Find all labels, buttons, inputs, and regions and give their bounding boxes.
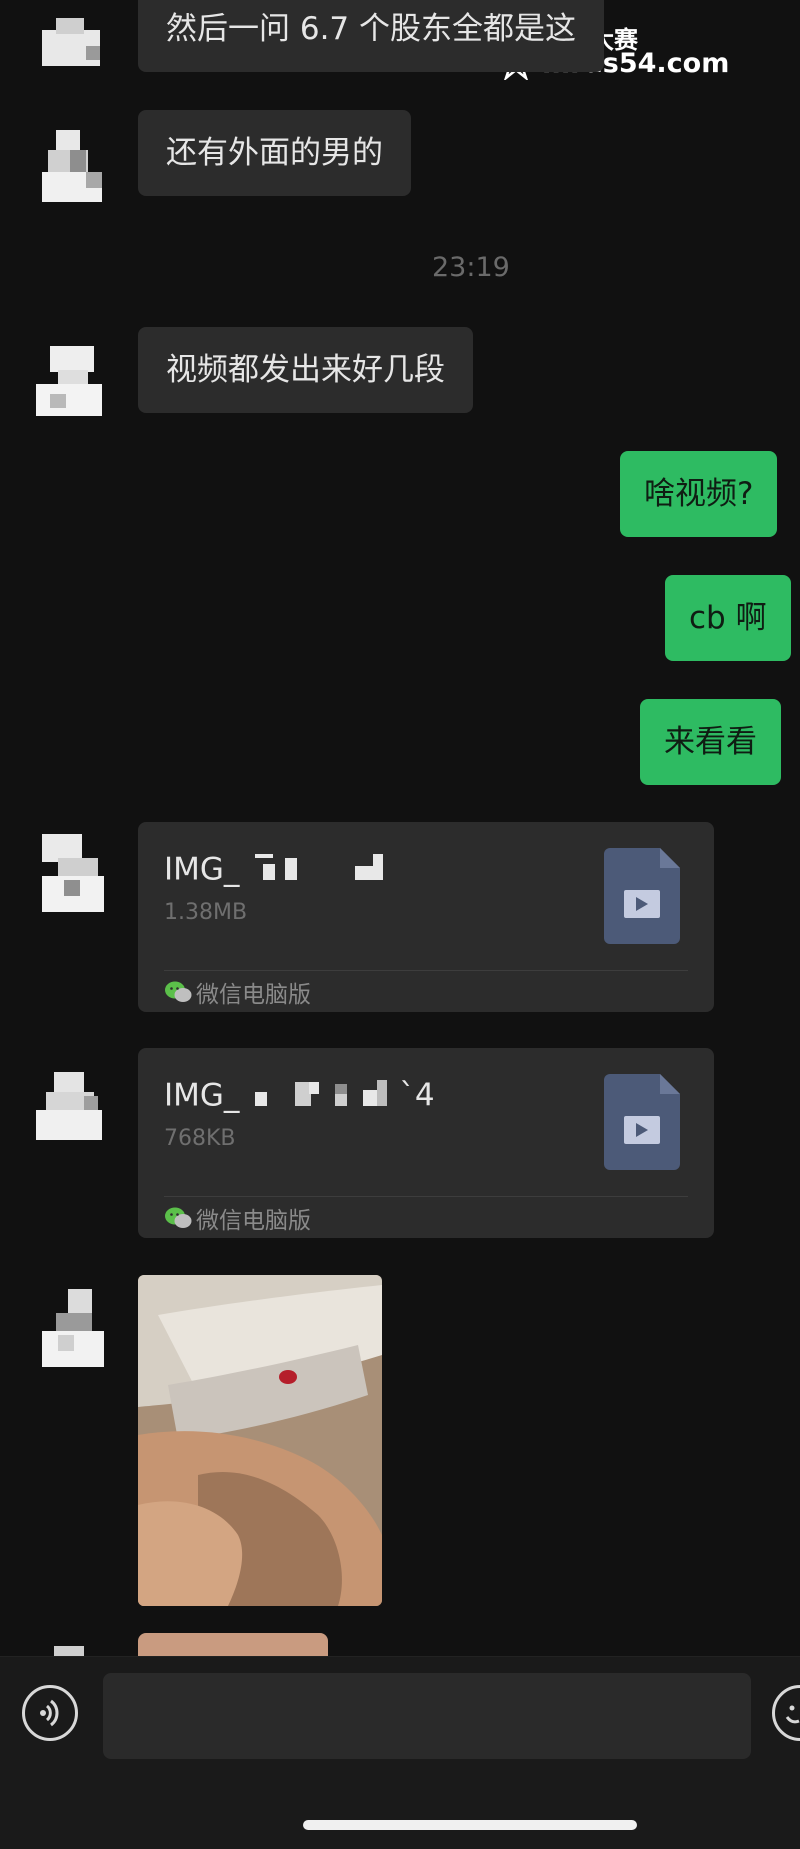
message-text: cb 啊: [689, 600, 767, 636]
outgoing-message-bubble[interactable]: cb 啊: [665, 575, 791, 661]
message-bubble[interactable]: 视频都发出来好几段: [138, 327, 473, 413]
image-message-partial[interactable]: [138, 1633, 328, 1656]
file-size: 1.38MB: [164, 900, 248, 925]
avatar[interactable]: [28, 1285, 114, 1371]
file-message-card[interactable]: IMG_ `4 768KB 微信电脑版: [138, 1048, 714, 1238]
divider: [164, 970, 688, 971]
file-message-card[interactable]: IMG_ 1.38MB 微信电脑版: [138, 822, 714, 1012]
message-text: 啥视频?: [644, 476, 754, 512]
file-name: IMG_ `4: [164, 1076, 435, 1118]
video-file-icon: [604, 1074, 680, 1170]
avatar[interactable]: [28, 334, 114, 420]
avatar[interactable]: [28, 120, 114, 206]
wechat-logo-icon: [165, 1207, 192, 1228]
message-bubble-partial[interactable]: 然后一问 6.7 个股东全都是这: [138, 0, 605, 72]
message-text: 来看看: [664, 724, 757, 760]
avatar[interactable]: [28, 1058, 114, 1144]
file-name: IMG_: [164, 850, 399, 892]
outgoing-message-bubble[interactable]: 来看看: [640, 699, 781, 785]
voice-button[interactable]: [22, 1685, 78, 1741]
input-bar: [0, 1656, 800, 1849]
photo-content: [138, 1275, 382, 1606]
message-text: 视频都发出来好几段: [166, 352, 445, 388]
message-text: 然后一问 6.7 个股东全都是这: [166, 11, 577, 47]
file-source-label: 微信电脑版: [196, 1208, 311, 1234]
message-text: 还有外面的男的: [166, 135, 383, 171]
file-source-label: 微信电脑版: [196, 982, 311, 1008]
avatar[interactable]: [28, 830, 114, 916]
outgoing-message-bubble[interactable]: 啥视频?: [620, 451, 778, 537]
message-bubble[interactable]: 还有外面的男的: [138, 110, 411, 196]
avatar[interactable]: [28, 0, 114, 76]
message-input[interactable]: [103, 1673, 751, 1759]
voice-icon: [40, 1699, 59, 1727]
timestamp: 23:19: [432, 252, 510, 283]
video-file-icon: [604, 848, 680, 944]
redacted-mosaic: [249, 1076, 399, 1118]
image-message[interactable]: [138, 1275, 382, 1606]
file-size: 768KB: [164, 1126, 236, 1151]
emoji-button[interactable]: [772, 1685, 800, 1741]
redacted-mosaic: [249, 850, 399, 892]
emoji-icon: [785, 1705, 800, 1724]
home-indicator[interactable]: [303, 1820, 637, 1830]
wechat-logo-icon: [165, 981, 192, 1002]
divider: [164, 1196, 688, 1197]
avatar[interactable]: [28, 1642, 114, 1656]
